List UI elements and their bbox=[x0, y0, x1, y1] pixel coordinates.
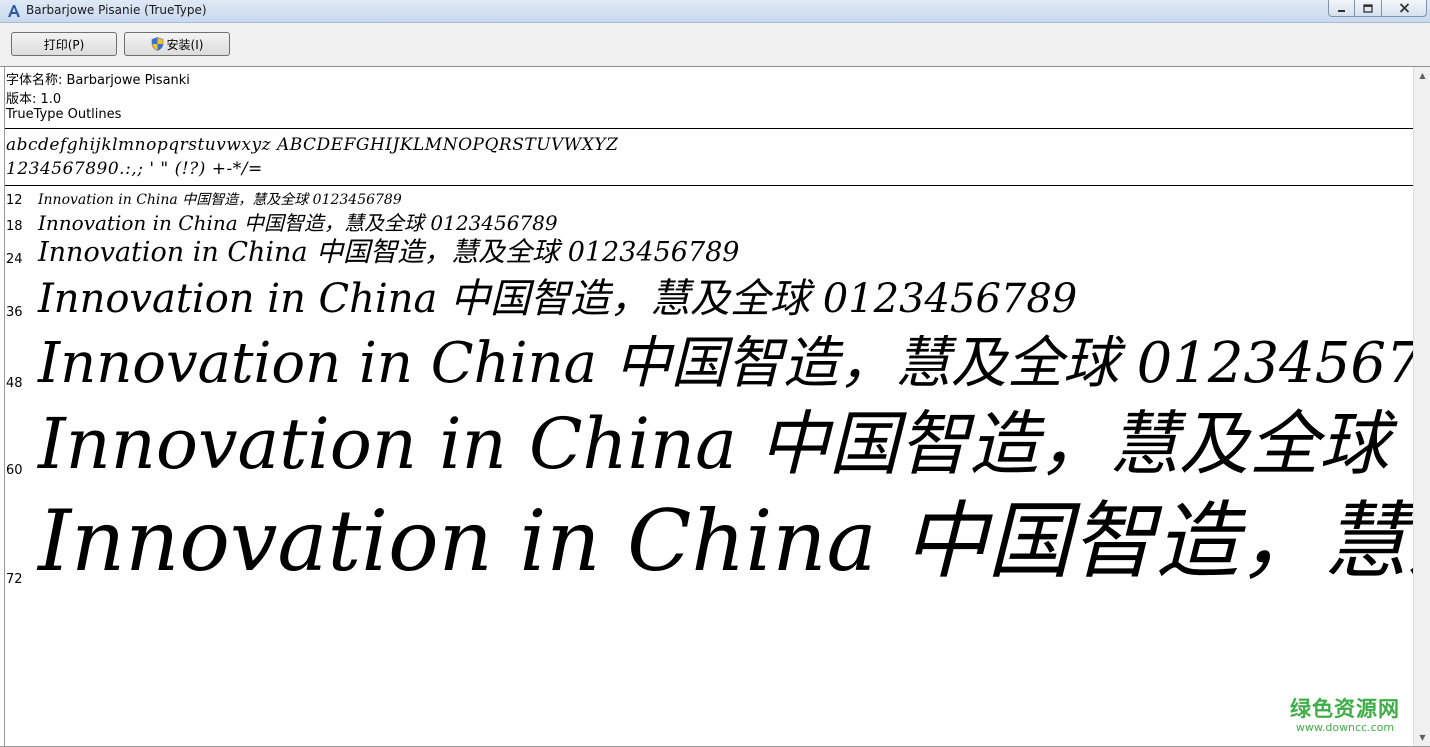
size-label: 24 bbox=[6, 252, 23, 267]
font-version-line: 版本: 1.0 bbox=[6, 92, 62, 107]
minimize-icon bbox=[1338, 9, 1345, 12]
sample-text: Innovation in China 中国智造，慧及全球 0123456789 bbox=[38, 237, 740, 268]
close-icon bbox=[1399, 3, 1409, 13]
maximize-button[interactable] bbox=[1355, 0, 1382, 17]
watermark-site: www.downcc.com bbox=[1295, 721, 1395, 734]
window-controls bbox=[1328, 0, 1427, 17]
sample-text: Innovation in China 中国智造，慧及全球 0123456789 bbox=[38, 276, 1078, 322]
sample-text: Innovation in China 中国智造，慧及全球 0123456789 bbox=[38, 211, 558, 235]
font-preview-area[interactable]: 字体名称: Barbarjowe Pisanki 版本: 1.0 TrueTyp… bbox=[4, 67, 1413, 746]
window-title: Barbarjowe Pisanie (TrueType) bbox=[26, 3, 207, 17]
size-label: 18 bbox=[6, 219, 23, 234]
charset-letters: abcdefghijklmnopqrstuvwxyz ABCDEFGHIJKLM… bbox=[6, 135, 619, 155]
minimize-button[interactable] bbox=[1328, 0, 1355, 17]
font-viewer-a-icon bbox=[8, 5, 20, 17]
divider bbox=[5, 185, 1413, 186]
sample-text: Innovation in China 中国智造，慧及 bbox=[38, 492, 1413, 590]
vertical-scrollbar[interactable]: ▲ ▼ bbox=[1413, 67, 1430, 746]
size-label: 36 bbox=[6, 305, 23, 320]
divider bbox=[5, 128, 1413, 129]
size-label: 72 bbox=[6, 572, 23, 587]
close-button[interactable] bbox=[1382, 0, 1427, 17]
charset-digits-symbols: 1234567890.:,; ' " (!?) +-*/= bbox=[6, 159, 263, 179]
maximize-icon bbox=[1363, 3, 1373, 13]
size-label: 60 bbox=[6, 463, 23, 478]
watermark-brand: 绿色资源网 bbox=[1290, 697, 1400, 721]
scroll-up-button[interactable]: ▲ bbox=[1414, 67, 1430, 84]
scroll-down-button[interactable]: ▼ bbox=[1414, 729, 1430, 746]
watermark: 绿色资源网 www.downcc.com bbox=[1290, 693, 1400, 734]
sample-text: Innovation in China 中国智造，慧及全球 0123456789 bbox=[38, 331, 1413, 396]
toolbar: 打印(P) 安装(I) bbox=[0, 23, 1430, 67]
install-label: 安装(I) bbox=[166, 37, 204, 52]
scroll-up-arrow-icon: ▲ bbox=[1419, 71, 1426, 80]
size-label: 12 bbox=[6, 193, 23, 208]
print-button[interactable]: 打印(P) bbox=[11, 32, 117, 56]
uac-shield-icon bbox=[151, 37, 163, 51]
title-bar[interactable]: Barbarjowe Pisanie (TrueType) bbox=[0, 0, 1430, 23]
sample-text: Innovation in China 中国智造，慧及全球 0123456789 bbox=[38, 192, 402, 208]
sample-text: Innovation in China 中国智造，慧及全球 bbox=[38, 403, 1390, 485]
install-button[interactable]: 安装(I) bbox=[124, 32, 230, 56]
font-outline-line: TrueType Outlines bbox=[6, 107, 122, 122]
scroll-down-arrow-icon: ▼ bbox=[1419, 733, 1426, 742]
size-label: 48 bbox=[6, 376, 23, 391]
font-name-line: 字体名称: Barbarjowe Pisanki bbox=[6, 73, 190, 88]
